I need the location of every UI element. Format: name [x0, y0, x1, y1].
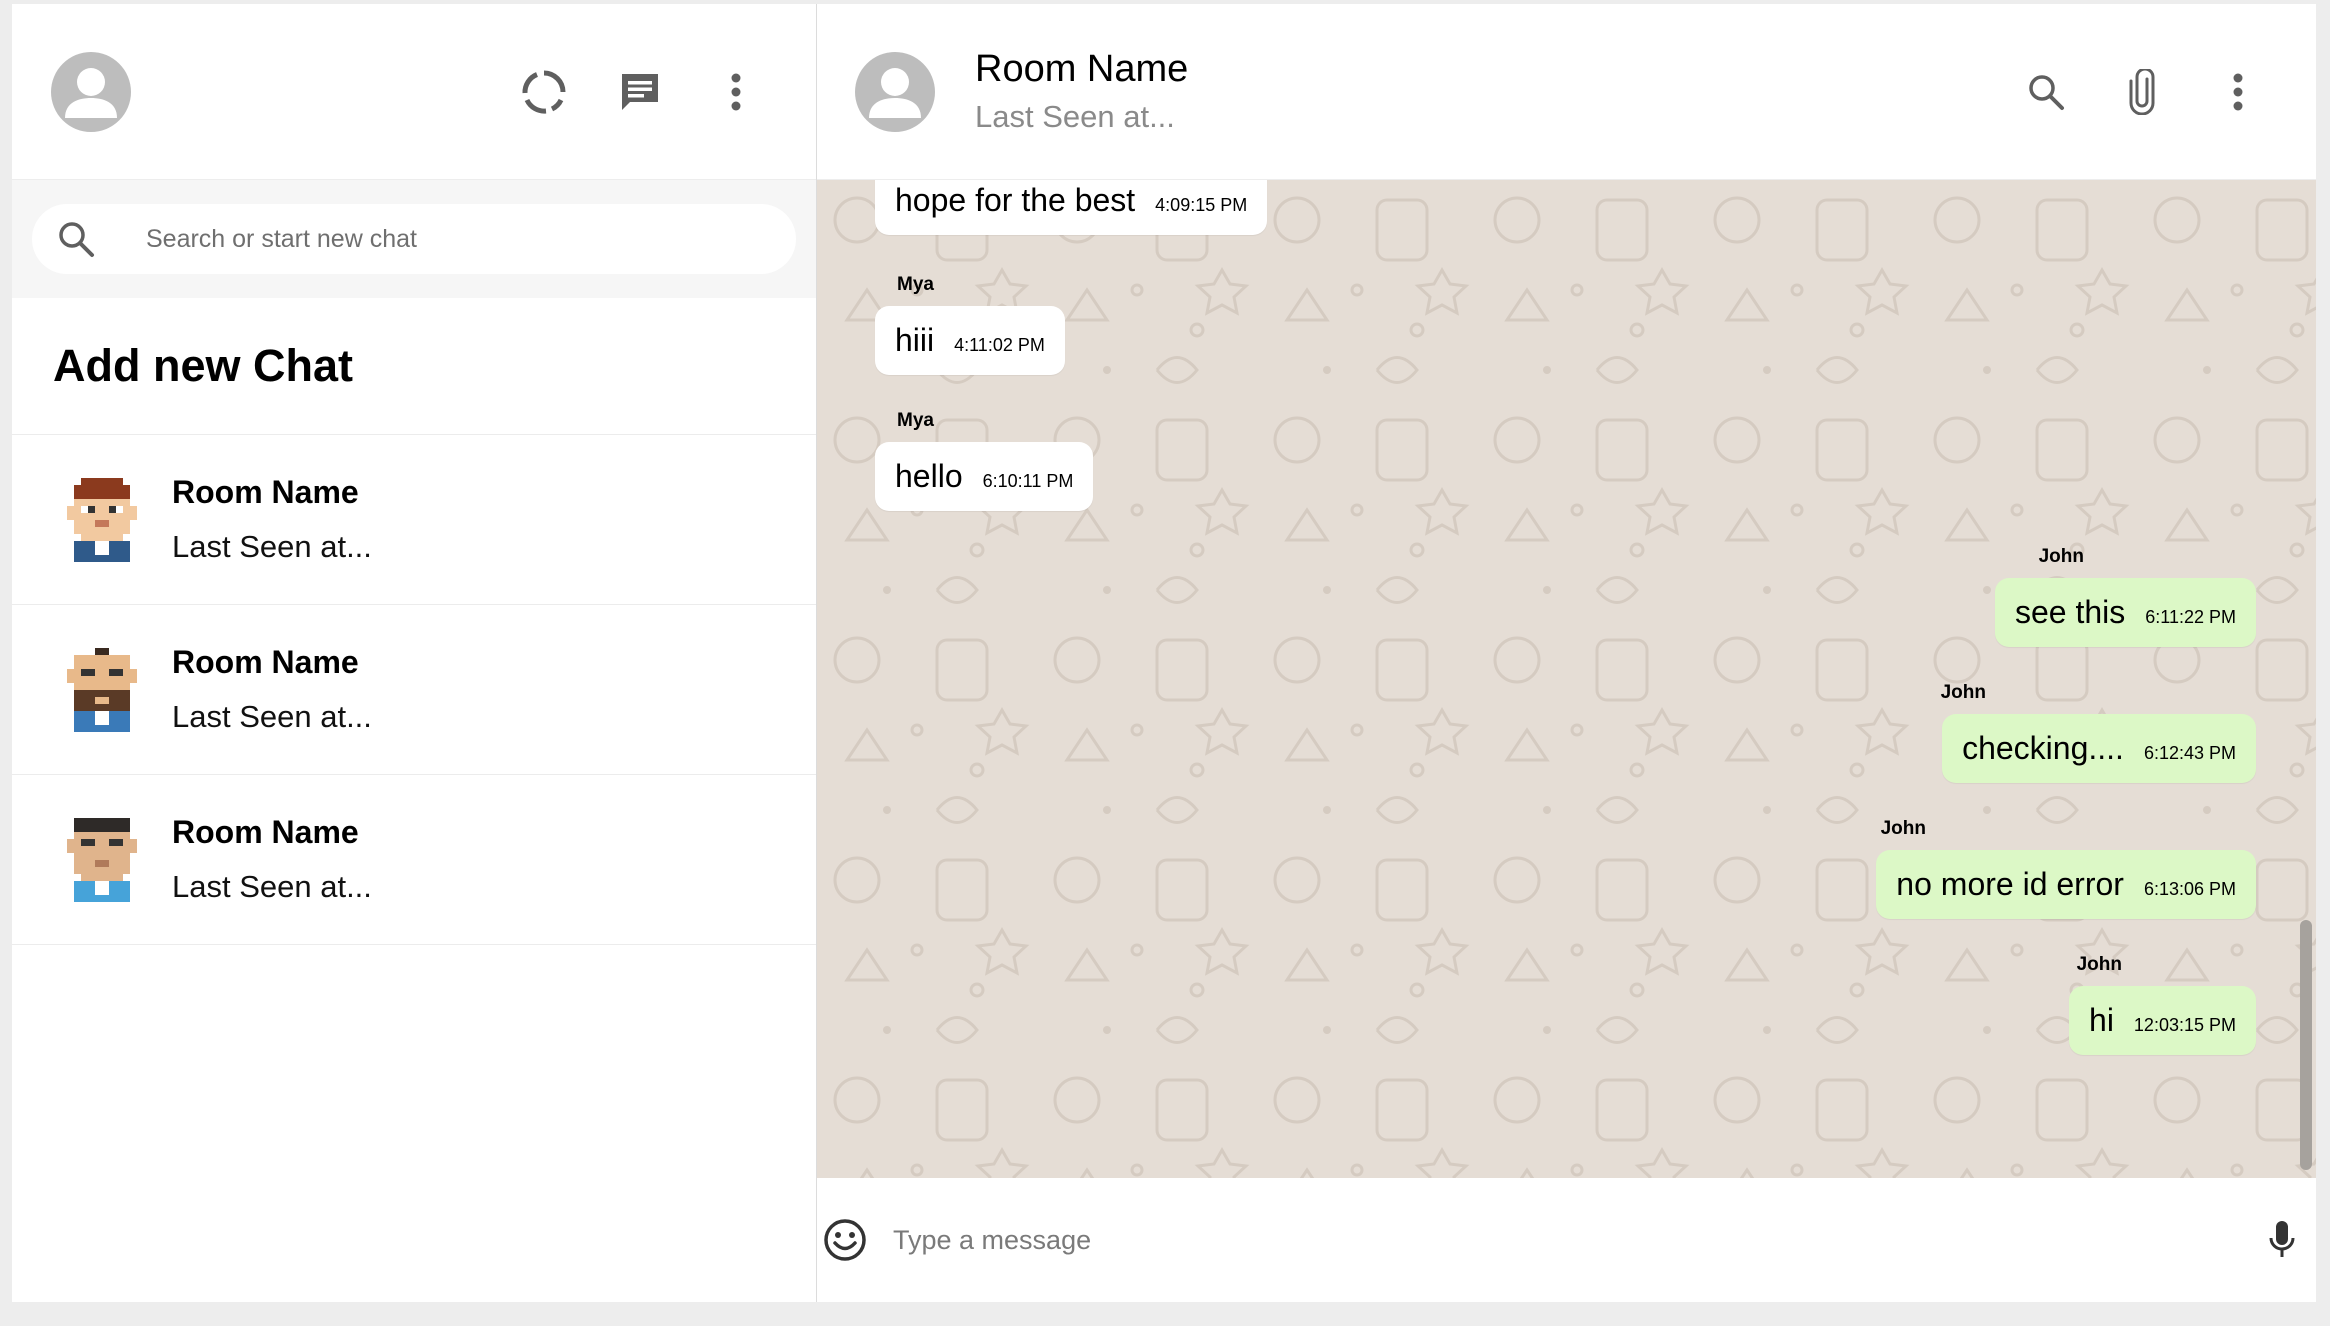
chat-info: Room Name Last Seen at...: [172, 474, 372, 565]
chat-footer: [817, 1178, 2316, 1302]
microphone-icon: [2269, 1221, 2295, 1257]
chat-list: Add new Chat Room Name Last Seen at... R…: [12, 298, 816, 1302]
room-avatar[interactable]: [855, 51, 935, 132]
message-text: see this: [2014, 594, 2126, 630]
message-bubble[interactable]: hi 12:03:15 PM: [2069, 986, 2256, 1055]
chat-messages-area[interactable]: hope for the best 4:09:15 PM Mya hiii 4:…: [817, 180, 2316, 1178]
message-bubble[interactable]: hello 6:10:11 PM: [875, 442, 1094, 511]
chat-info: Room Name Last Seen at...: [172, 814, 372, 905]
message-bubble[interactable]: hope for the best 4:09:15 PM: [875, 180, 1268, 235]
message-input[interactable]: [893, 1224, 2258, 1256]
search-icon: [2029, 74, 2064, 110]
pixel-avatar-dark-hair: [67, 817, 137, 902]
paperclip-icon: [2129, 68, 2155, 115]
message: John checking.... 6:12:43 PM: [1941, 682, 2256, 783]
chat-last-seen: Last Seen at...: [172, 699, 372, 734]
chat-panel: Room Name Last Seen at... hope for the b…: [817, 4, 2316, 1302]
search-input[interactable]: [146, 224, 746, 254]
message: Mya hiii 4:11:02 PM: [875, 274, 1065, 375]
chat-message-icon: [622, 73, 658, 110]
chat-room-name: Room Name: [172, 814, 359, 850]
message: John no more id error 6:13:06 PM: [1876, 818, 2256, 919]
more-vertical-icon: [2233, 73, 2243, 110]
chat-header: Room Name Last Seen at...: [817, 4, 2316, 180]
message-time: 4:09:15 PM: [1155, 195, 1248, 215]
more-vertical-icon: [731, 73, 741, 110]
user-avatar[interactable]: [51, 51, 131, 132]
chat-scrollbar[interactable]: [2300, 920, 2312, 1170]
message-time: 6:13:06 PM: [2143, 879, 2236, 899]
chat-list-item[interactable]: Room Name Last Seen at...: [12, 775, 816, 945]
person-icon: [869, 67, 921, 118]
chat-header-icons: [2022, 68, 2262, 116]
message-sender: John: [2038, 546, 2084, 567]
message-text: hello: [895, 458, 963, 494]
emoji-icon: [824, 1219, 866, 1261]
message: John hi 12:03:15 PM: [2069, 954, 2256, 1055]
message-time: 4:11:02 PM: [954, 335, 1045, 355]
status-button[interactable]: [520, 68, 568, 116]
message-time: 6:12:43 PM: [2143, 743, 2236, 763]
chat-last-seen: Last Seen at...: [172, 529, 372, 564]
sidebar-header-icons: [520, 68, 760, 116]
chat-header-info: Room Name Last Seen at...: [975, 48, 2022, 135]
message-text: hi: [2089, 1002, 2114, 1038]
message-sender: John: [1880, 818, 1926, 839]
emoji-button[interactable]: [821, 1216, 869, 1264]
message-text: hope for the best: [895, 182, 1136, 218]
chat-last-seen: Last Seen at...: [172, 869, 372, 904]
message-sender: John: [1940, 682, 1986, 703]
search-container: [32, 204, 796, 274]
message: hope for the best 4:09:15 PM: [875, 180, 1268, 235]
attach-button[interactable]: [2118, 68, 2166, 116]
message-bubble[interactable]: see this 6:11:22 PM: [1994, 578, 2256, 647]
message-time: 12:03:15 PM: [2133, 1015, 2236, 1035]
message-sender: John: [2076, 954, 2122, 975]
message-time: 6:11:22 PM: [2145, 607, 2236, 627]
chat-title: Room Name: [975, 48, 1189, 90]
status-ring-icon: [522, 70, 566, 114]
pixel-avatar-bearded: [67, 647, 137, 732]
person-icon: [65, 67, 117, 118]
chat-search-button[interactable]: [2022, 68, 2070, 116]
message: Mya hello 6:10:11 PM: [875, 410, 1094, 511]
sidebar-search-bar: [12, 180, 816, 298]
message-time: 6:10:11 PM: [982, 471, 1074, 491]
message-bubble[interactable]: checking.... 6:12:43 PM: [1942, 714, 2256, 783]
search-icon: [59, 222, 94, 257]
new-chat-button[interactable]: [616, 68, 664, 116]
app-window: Add new Chat: [12, 4, 2316, 1302]
chat-subtitle: Last Seen at...: [975, 99, 1175, 134]
add-new-chat-button[interactable]: Add new Chat: [12, 298, 816, 435]
chat-info: Room Name Last Seen at...: [172, 644, 372, 735]
message-bubble[interactable]: hiii 4:11:02 PM: [875, 306, 1065, 375]
message-text: hiii: [895, 322, 935, 358]
chat-menu-button[interactable]: [2214, 68, 2262, 116]
pixel-avatar-brown-hair: [67, 477, 137, 562]
message-bubble[interactable]: no more id error 6:13:06 PM: [1876, 850, 2256, 919]
message-text: checking....: [1962, 730, 2124, 766]
voice-message-button[interactable]: [2258, 1216, 2306, 1264]
chat-room-name: Room Name: [172, 644, 359, 680]
message-text: no more id error: [1896, 866, 2124, 902]
message-sender: Mya: [897, 410, 934, 431]
chat-list-item[interactable]: Room Name Last Seen at...: [12, 435, 816, 605]
sidebar-header: [12, 4, 816, 180]
chat-room-name: Room Name: [172, 474, 359, 510]
message-sender: Mya: [897, 274, 934, 295]
sidebar: Add new Chat: [12, 4, 817, 1302]
sidebar-menu-button[interactable]: [712, 68, 760, 116]
message: John see this 6:11:22 PM: [1994, 546, 2256, 647]
chat-list-item[interactable]: Room Name Last Seen at...: [12, 605, 816, 775]
